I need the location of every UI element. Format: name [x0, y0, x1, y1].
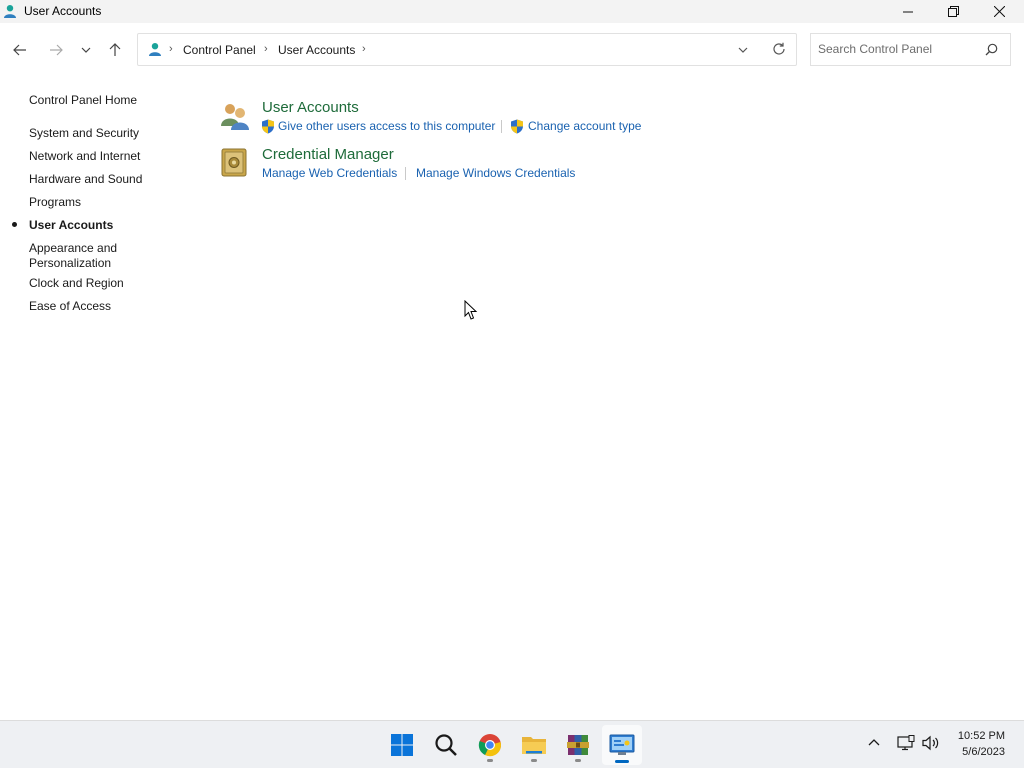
breadcrumb-separator: › [264, 43, 268, 55]
active-indicator [615, 760, 629, 763]
volume-icon[interactable] [922, 735, 940, 751]
up-button[interactable] [103, 39, 127, 61]
link-divider [501, 120, 502, 133]
refresh-button[interactable] [772, 42, 786, 59]
control-panel-taskbar-button[interactable] [602, 725, 642, 765]
chevron-up-icon[interactable] [868, 738, 880, 746]
arrow-right-icon [50, 44, 63, 56]
winrar-icon [567, 735, 589, 755]
chevron-down-icon [81, 47, 91, 53]
user-accounts-icon [4, 5, 16, 18]
change-account-type-link[interactable]: Change account type [528, 119, 641, 133]
recent-locations-button[interactable] [74, 39, 98, 61]
close-icon [993, 6, 1005, 17]
restore-icon [947, 6, 959, 17]
windows-logo-icon [391, 734, 413, 756]
search-icon[interactable] [985, 43, 998, 56]
title-bar: User Accounts [0, 0, 1024, 23]
user-accounts-icon [149, 43, 161, 56]
chrome-icon [478, 734, 501, 757]
start-button[interactable] [382, 725, 422, 765]
close-button[interactable] [976, 0, 1022, 23]
mouse-cursor-icon [464, 300, 478, 320]
search-box[interactable] [810, 33, 1011, 66]
selected-bullet [12, 222, 17, 227]
search-input[interactable] [818, 42, 978, 56]
file-explorer-taskbar-button[interactable] [514, 725, 554, 765]
window-title: User Accounts [24, 4, 102, 18]
credential-manager-title-link[interactable]: Credential Manager [262, 146, 394, 163]
control-panel-icon [609, 734, 635, 755]
clock-date[interactable]: 5/6/2023 [955, 746, 1005, 758]
forward-button[interactable] [44, 39, 68, 61]
breadcrumb-separator: › [169, 43, 173, 55]
chrome-taskbar-button[interactable] [470, 725, 510, 765]
breadcrumb-control-panel[interactable]: Control Panel [183, 43, 256, 57]
nav-ease-of-access[interactable]: Ease of Access [29, 299, 179, 314]
running-indicator [487, 759, 493, 762]
give-users-access-link[interactable]: Give other users access to this computer [278, 119, 495, 133]
address-dropdown-button[interactable] [738, 42, 748, 56]
search-icon [435, 734, 457, 756]
clock-time[interactable]: 10:52 PM [955, 730, 1005, 742]
control-panel-home-link[interactable]: Control Panel Home [29, 93, 179, 108]
network-icon[interactable] [897, 735, 915, 751]
nav-hardware-and-sound[interactable]: Hardware and Sound [29, 172, 179, 187]
link-divider [405, 167, 406, 180]
restore-button[interactable] [930, 0, 976, 23]
navigation-bar: › Control Panel › User Accounts › [0, 23, 1024, 77]
file-explorer-icon [522, 737, 546, 754]
minimize-button[interactable] [885, 0, 931, 23]
running-indicator [531, 759, 537, 762]
arrow-left-icon [13, 44, 26, 56]
breadcrumb-user-accounts[interactable]: User Accounts [278, 43, 355, 57]
manage-web-credentials-link[interactable]: Manage Web Credentials [262, 166, 397, 180]
address-bar[interactable]: › Control Panel › User Accounts › [137, 33, 797, 66]
users-icon[interactable] [219, 100, 251, 132]
vault-icon[interactable] [220, 148, 248, 178]
shield-icon [511, 119, 523, 134]
breadcrumb-separator[interactable]: › [362, 43, 366, 55]
taskbar-search-button[interactable] [426, 725, 466, 765]
arrow-up-icon [109, 43, 121, 56]
shield-icon [262, 119, 274, 134]
chevron-down-icon [738, 47, 748, 53]
taskbar: 10:52 PM 5/6/2023 [0, 720, 1024, 768]
manage-windows-credentials-link[interactable]: Manage Windows Credentials [416, 166, 575, 180]
minimize-icon [903, 11, 913, 12]
nav-programs[interactable]: Programs [29, 195, 179, 210]
nav-user-accounts[interactable]: User Accounts [29, 218, 179, 233]
user-accounts-title-link[interactable]: User Accounts [262, 99, 359, 116]
nav-network-and-internet[interactable]: Network and Internet [29, 149, 179, 164]
nav-appearance-and-personalization[interactable]: Appearance and Personalization [29, 241, 139, 271]
winrar-taskbar-button[interactable] [558, 725, 598, 765]
nav-clock-and-region[interactable]: Clock and Region [29, 276, 179, 291]
refresh-icon [773, 42, 785, 55]
running-indicator [575, 759, 581, 762]
back-button[interactable] [8, 39, 32, 61]
nav-system-and-security[interactable]: System and Security [29, 126, 179, 141]
